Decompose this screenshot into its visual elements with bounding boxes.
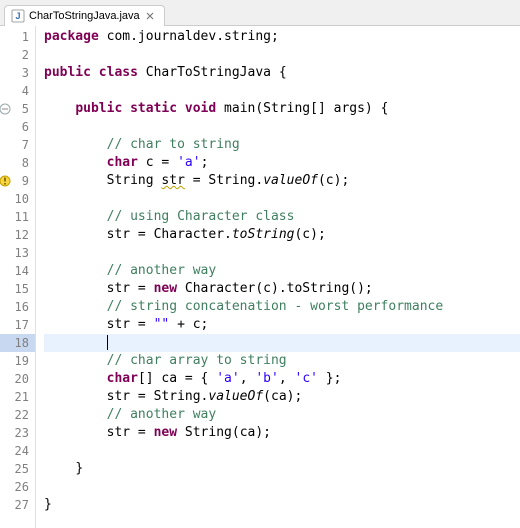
tab-bar: J CharToStringJava.java (0, 0, 520, 26)
code-line: // char to string (44, 136, 520, 154)
code-line: public static void main(String[] args) { (44, 100, 520, 118)
line-number: 5 (0, 100, 35, 118)
line-number: 14 (0, 262, 35, 280)
code-body[interactable]: package com.journaldev.string; public cl… (36, 26, 520, 528)
code-area: 1234567891011121314151617181920212223242… (0, 26, 520, 528)
code-line (44, 190, 520, 208)
code-line (44, 82, 520, 100)
line-number: 27 (0, 496, 35, 514)
code-line: // using Character class (44, 208, 520, 226)
line-number: 22 (0, 406, 35, 424)
warning-icon[interactable] (0, 174, 12, 188)
code-line (44, 244, 520, 262)
java-file-icon: J (11, 9, 25, 23)
line-number: 11 (0, 208, 35, 226)
line-number: 25 (0, 460, 35, 478)
code-line: str = Character.toString(c); (44, 226, 520, 244)
line-number: 24 (0, 442, 35, 460)
line-number: 10 (0, 190, 35, 208)
code-line: // another way (44, 406, 520, 424)
code-line: str = String.valueOf(ca); (44, 388, 520, 406)
code-line (44, 46, 520, 64)
line-number: 13 (0, 244, 35, 262)
code-line: // string concatenation - worst performa… (44, 298, 520, 316)
code-line: public class CharToStringJava { (44, 64, 520, 82)
line-number: 8 (0, 154, 35, 172)
line-number: 2 (0, 46, 35, 64)
line-number: 6 (0, 118, 35, 136)
line-number: 26 (0, 478, 35, 496)
line-number: 3 (0, 64, 35, 82)
code-line: str = new Character(c).toString(); (44, 280, 520, 298)
tab-label: CharToStringJava.java (29, 10, 140, 22)
code-line: // char array to string (44, 352, 520, 370)
code-line: } (44, 460, 520, 478)
line-number: 12 (0, 226, 35, 244)
code-line: package com.journaldev.string; (44, 28, 520, 46)
line-number: 17 (0, 316, 35, 334)
line-number: 18 (0, 334, 35, 352)
close-icon[interactable] (144, 10, 156, 22)
code-line: } (44, 496, 520, 514)
code-line: String str = String.valueOf(c); (44, 172, 520, 190)
code-line: char[] ca = { 'a', 'b', 'c' }; (44, 370, 520, 388)
line-number: 1 (0, 28, 35, 46)
fold-icon[interactable] (0, 102, 12, 116)
code-line: str = new String(ca); (44, 424, 520, 442)
code-line: str = "" + c; (44, 316, 520, 334)
line-number: 21 (0, 388, 35, 406)
code-line: // another way (44, 262, 520, 280)
code-line (44, 118, 520, 136)
line-number: 19 (0, 352, 35, 370)
line-number: 15 (0, 280, 35, 298)
text-cursor (107, 335, 108, 350)
code-line-current (44, 334, 520, 352)
code-line: char c = 'a'; (44, 154, 520, 172)
line-number: 4 (0, 82, 35, 100)
code-line (44, 478, 520, 496)
code-line (44, 442, 520, 460)
editor-tab[interactable]: J CharToStringJava.java (4, 5, 165, 26)
line-number: 7 (0, 136, 35, 154)
line-number: 16 (0, 298, 35, 316)
editor-pane: J CharToStringJava.java 1234567891011121… (0, 0, 520, 528)
line-gutter: 1234567891011121314151617181920212223242… (0, 26, 36, 528)
svg-text:J: J (15, 11, 20, 21)
line-number: 20 (0, 370, 35, 388)
line-number: 23 (0, 424, 35, 442)
line-number: 9 (0, 172, 35, 190)
